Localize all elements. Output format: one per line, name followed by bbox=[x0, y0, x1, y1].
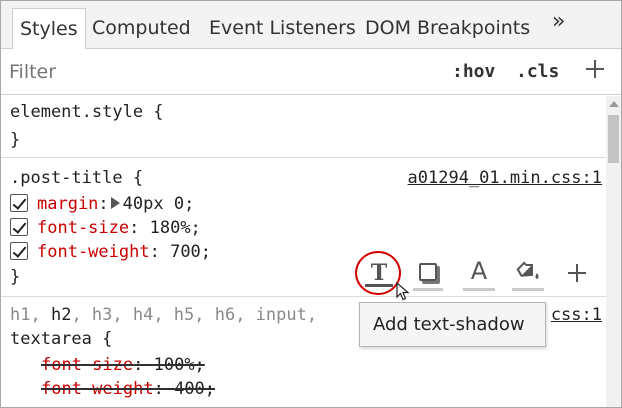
text-color-underline bbox=[463, 288, 495, 291]
tab-dom-breakpoints[interactable]: DOM Breakpoints bbox=[358, 8, 537, 49]
declaration-font-weight-overridden[interactable]: font-weight: 400; bbox=[41, 379, 215, 401]
cls-button[interactable]: .cls bbox=[516, 61, 559, 82]
property-value[interactable]: 700; bbox=[170, 242, 211, 262]
declaration-checkbox[interactable] bbox=[10, 194, 28, 212]
expand-triangle-icon[interactable] bbox=[110, 197, 120, 209]
property-name[interactable]: margin bbox=[37, 194, 98, 214]
rule-element-style: element.style { } bbox=[1, 96, 606, 158]
selector-match: h2 bbox=[50, 305, 72, 325]
highlight-circle bbox=[355, 251, 401, 295]
selector-part: h1, bbox=[10, 305, 51, 325]
box-shadow-underline bbox=[413, 288, 443, 291]
new-style-rule-icon[interactable] bbox=[583, 57, 607, 81]
property-name: font-weight bbox=[41, 379, 154, 399]
rule-close-brace: } bbox=[10, 130, 21, 150]
tab-computed[interactable]: Computed bbox=[85, 8, 198, 49]
declaration-checkbox[interactable] bbox=[10, 218, 28, 236]
rule-selector[interactable]: .post-title { bbox=[10, 168, 143, 188]
rule-source-link[interactable]: a01294_01.min.css:1 bbox=[408, 168, 602, 188]
declaration-font-weight: font-weight: 700; bbox=[10, 242, 211, 264]
rule-selector-continued[interactable]: textarea { bbox=[10, 329, 112, 349]
filter-bar: :hov .cls bbox=[1, 49, 621, 95]
declaration-checkbox[interactable] bbox=[10, 242, 28, 260]
property-value[interactable]: 180%; bbox=[150, 218, 201, 238]
text-color-icon[interactable]: A bbox=[466, 257, 492, 285]
declaration-font-size-overridden[interactable]: font-size: 100%; bbox=[41, 355, 205, 377]
rule-selector[interactable]: h1, h2, h3, h4, h5, h6, input, bbox=[10, 305, 317, 325]
styles-pane: Styles Computed Event Listeners DOM Brea… bbox=[0, 0, 622, 408]
scroll-up-arrow-icon[interactable] bbox=[609, 101, 619, 107]
rule-close-brace: } bbox=[10, 267, 21, 287]
property-value[interactable]: 40px 0; bbox=[123, 194, 195, 214]
declaration-font-size: font-size: 180%; bbox=[10, 218, 201, 240]
scrollbar[interactable] bbox=[606, 96, 621, 407]
rule-source-link[interactable]: css:1 bbox=[551, 305, 602, 325]
property-value: 100%; bbox=[153, 355, 205, 375]
mouse-cursor-icon bbox=[396, 282, 410, 301]
property-name: font-size bbox=[41, 355, 134, 375]
background-color-underline bbox=[512, 288, 544, 291]
property-value: 400; bbox=[174, 379, 216, 399]
rule-selector[interactable]: element.style { bbox=[10, 102, 164, 122]
box-shadow-icon[interactable] bbox=[419, 263, 437, 281]
tab-styles[interactable]: Styles bbox=[12, 8, 86, 50]
more-tabs-button[interactable]: » bbox=[552, 9, 566, 34]
tab-event-listeners[interactable]: Event Listeners bbox=[202, 8, 363, 49]
background-color-icon[interactable] bbox=[515, 260, 543, 284]
filter-input[interactable] bbox=[9, 61, 309, 83]
tab-bar: Styles Computed Event Listeners DOM Brea… bbox=[1, 1, 621, 50]
selector-part: , h3, h4, h5, h6, input, bbox=[71, 305, 318, 325]
property-name[interactable]: font-size bbox=[37, 218, 129, 238]
scrollbar-thumb[interactable] bbox=[608, 115, 619, 163]
tooltip: Add text-shadow bbox=[359, 302, 546, 347]
plus-icon[interactable] bbox=[566, 262, 588, 284]
declaration-margin: margin: 40px 0; bbox=[10, 194, 194, 216]
property-name[interactable]: font-weight bbox=[37, 242, 150, 262]
hov-button[interactable]: :hov bbox=[452, 61, 495, 82]
